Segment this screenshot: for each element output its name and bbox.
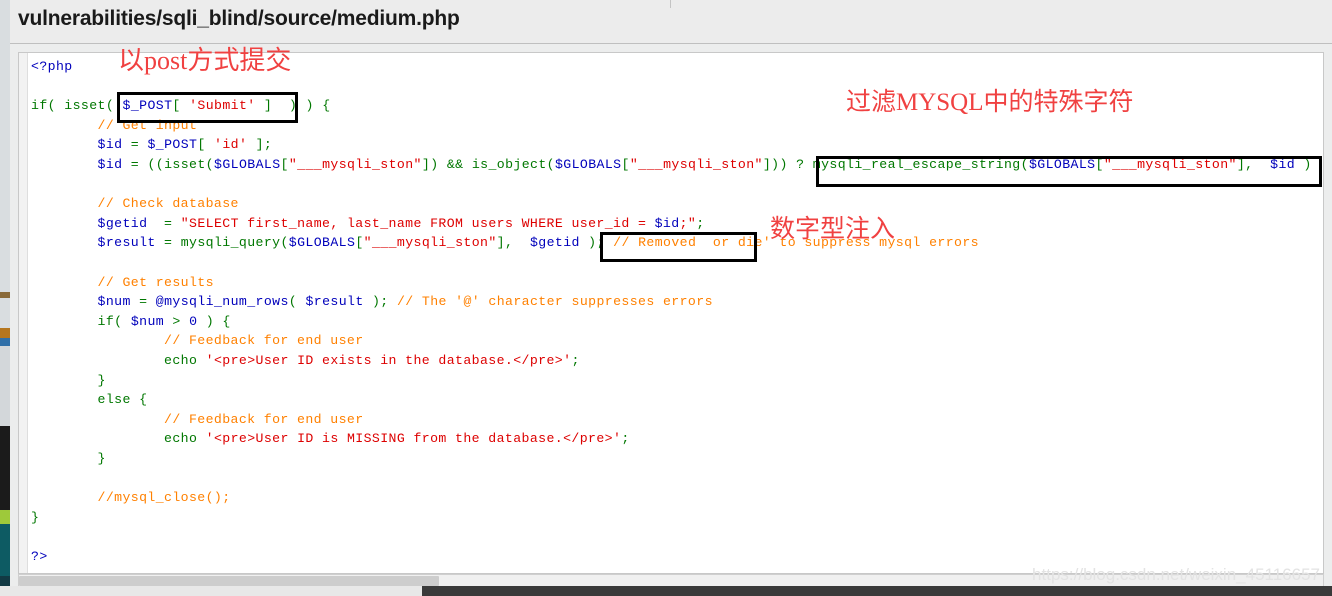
background-sliver-segment-5 [0,346,10,426]
annotation-post-method: 以post方式提交 [118,46,292,75]
background-sliver-segment-3 [0,328,10,338]
horizontal-scrollbar-thumb[interactable] [19,576,439,586]
source-code-panel[interactable]: <?php if( isset( $_POST[ 'Submit' ] ) ) … [18,52,1324,574]
code-gutter [19,53,28,573]
annotation-numeric-inject: 数字型注入 [770,216,896,243]
background-sliver-segment-6 [0,426,10,510]
window-title-bar: vulnerabilities/sqli_blind/source/medium… [10,0,1332,44]
page-title: vulnerabilities/sqli_blind/source/medium… [18,7,460,30]
background-sliver-segment-7 [0,510,10,524]
blog-watermark: https://blog.csdn.net/weixin_45116657 [1032,565,1320,584]
background-window-sliver [0,0,10,596]
background-sliver-segment-4 [0,338,10,346]
bottom-taskbar-strip [422,586,1332,596]
background-sliver-segment-2 [0,298,10,328]
background-sliver-segment-8 [0,524,10,576]
annotation-escape-chars: 过滤MYSQL中的特殊字符 [846,89,1134,116]
php-source-code[interactable]: <?php if( isset( $_POST[ 'Submit' ] ) ) … [31,57,1323,566]
background-sliver-segment-0 [0,0,10,292]
title-bar-divider [670,0,671,8]
bottom-strip-left [0,586,422,596]
